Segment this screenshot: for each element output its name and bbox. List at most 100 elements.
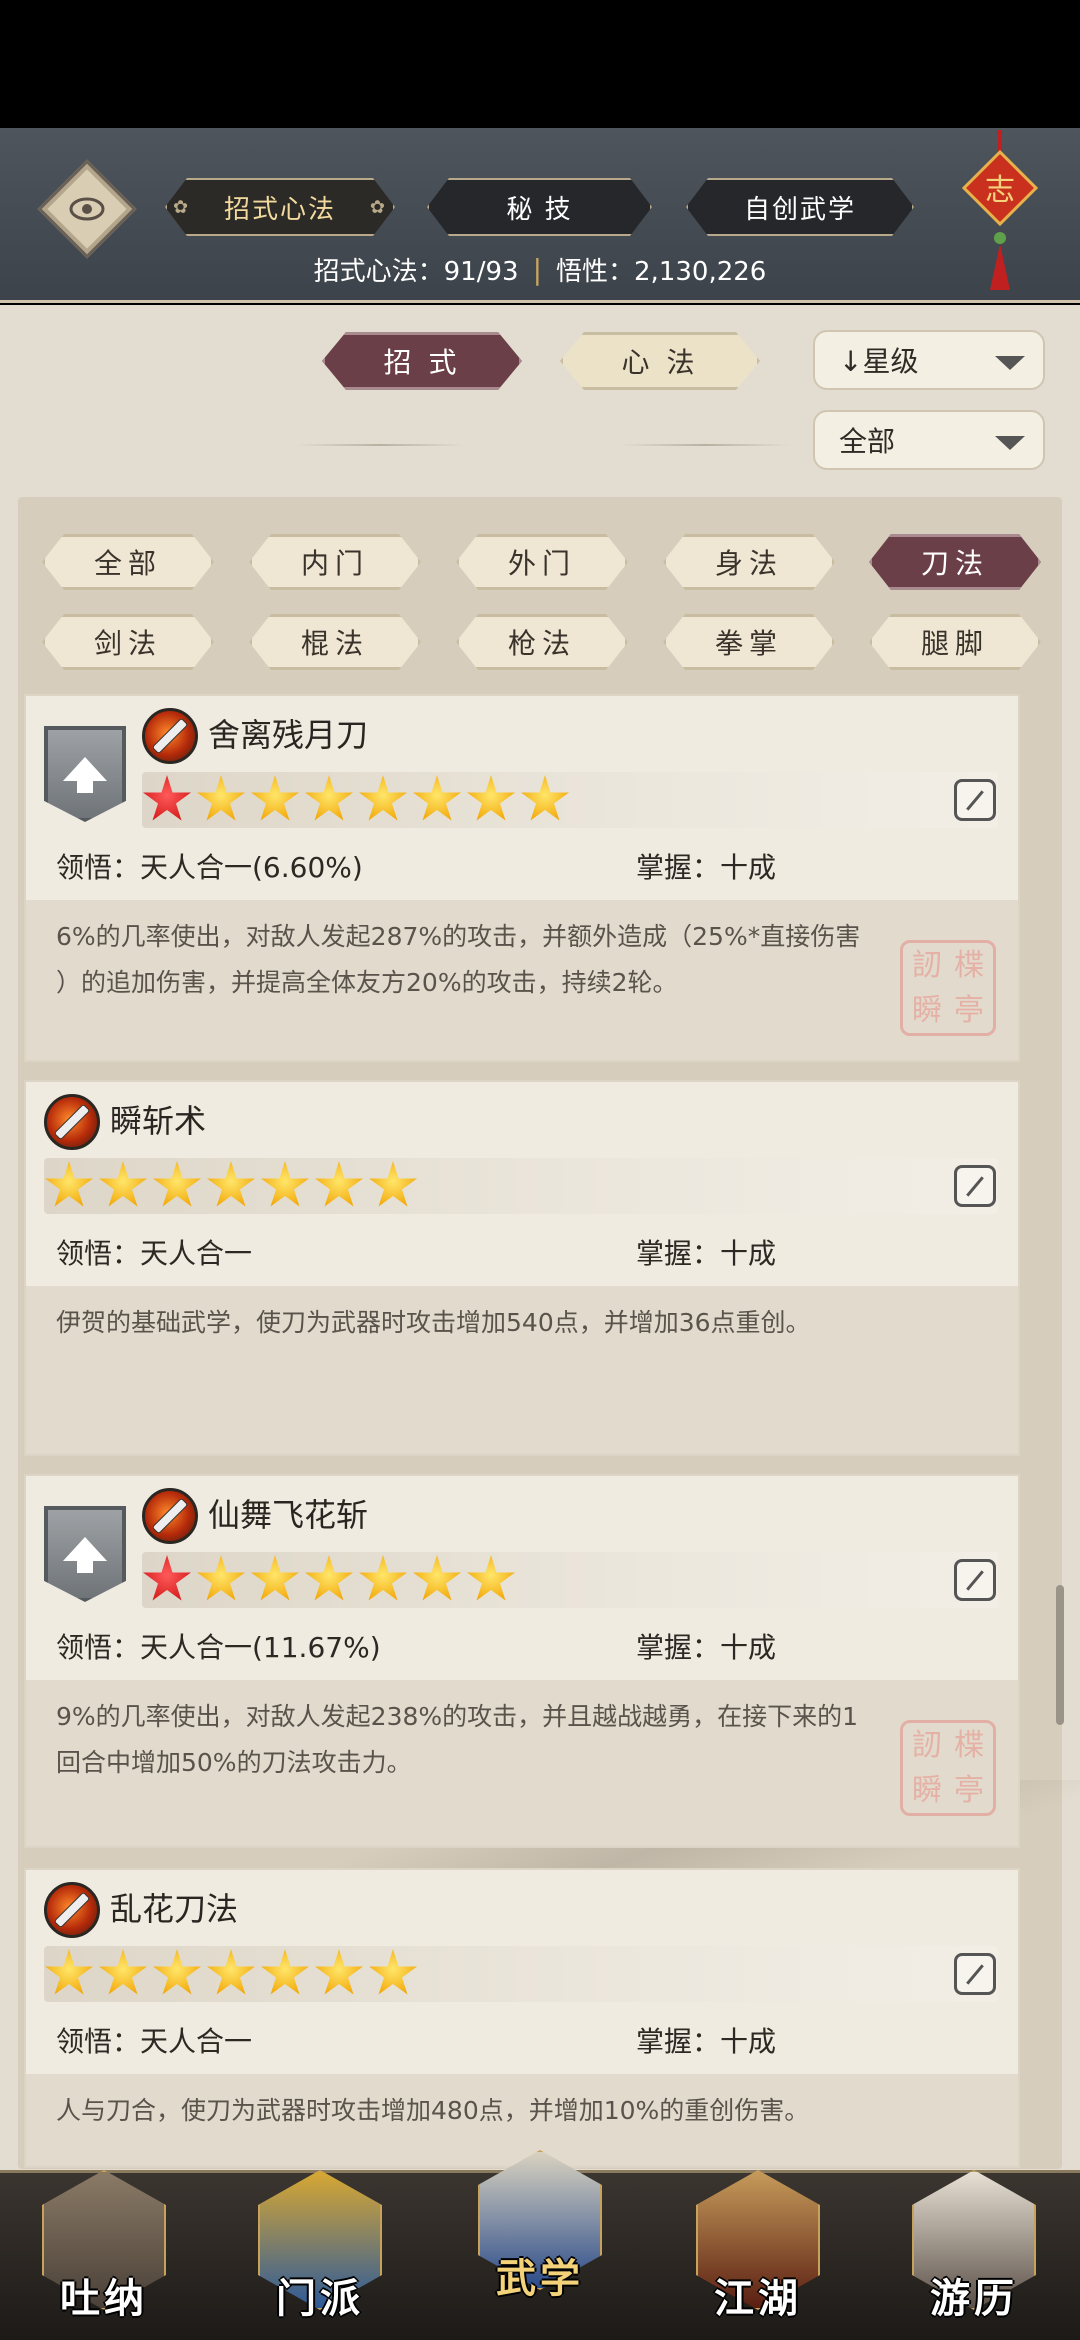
- filter-tab[interactable]: 全部: [42, 534, 214, 590]
- skill-description-box: 伊贺的基础武学，使刀为武器时攻击增加540点，并增加36点重创。: [26, 1286, 1018, 1454]
- filter-tab[interactable]: 外门: [456, 534, 628, 590]
- weapon-type-icon[interactable]: [954, 1953, 996, 1995]
- skill-name: 瞬斩术: [110, 1102, 207, 1140]
- tab-self-created[interactable]: 自创武学: [686, 178, 914, 236]
- gold-star-icon: [45, 1949, 93, 1995]
- mastery-label: 掌握：十成: [636, 2025, 777, 2058]
- filter-tab[interactable]: 拳掌: [663, 614, 835, 670]
- nav-label: 吐纳: [60, 2275, 148, 2322]
- skill-description-box: 6%的几率使出，对敌人发起287%的攻击，并额外造成（25%*直接伤害 ）的追加伤…: [26, 900, 1018, 1060]
- nav-label: 武学: [496, 2255, 584, 2302]
- gold-star-icon: [207, 1161, 255, 1207]
- comprehension-label: 领悟：天人合一: [56, 1237, 253, 1270]
- gold-star-icon: [521, 775, 569, 821]
- gold-star-icon: [261, 1949, 309, 1995]
- gold-star-icon: [153, 1161, 201, 1207]
- red-star-icon: [143, 1555, 191, 1601]
- description-line: 9%的几率使出，对敌人发起238%的攻击，并且越战越勇，在接下来的1: [56, 1702, 859, 1731]
- upgrade-arrow-icon[interactable]: [44, 1506, 126, 1602]
- star-rating: [44, 1946, 998, 2002]
- gold-star-icon: [467, 1555, 515, 1601]
- upgrade-arrow-icon[interactable]: [44, 726, 126, 822]
- nav-button[interactable]: 门派: [250, 2170, 390, 2330]
- skill-card[interactable]: 仙舞飞花斩领悟：天人合一(11.67%) 掌握：十成 9%的几率使出，对敌人发起23…: [24, 1474, 1020, 1848]
- mastery-label: 掌握：十成: [636, 1631, 777, 1664]
- skill-card[interactable]: 瞬斩术领悟：天人合一 掌握：十成伊贺的基础武学，使刀为武器时攻击增加540点，并增…: [24, 1080, 1020, 1456]
- divider: [620, 444, 790, 446]
- skill-card[interactable]: 乱花刀法领悟：天人合一 掌握：十成人与刀合，使刀为武器时攻击增加480点，并增加1…: [24, 1868, 1020, 2168]
- star-rating: [142, 772, 998, 828]
- scrollbar[interactable]: [1056, 1585, 1064, 1725]
- description-line: 伊贺的基础武学，使刀为武器时攻击增加540点，并增加36点重创。: [56, 1308, 811, 1337]
- description-line: ）的追加伤害，并提高全体友方20%的攻击，持续2轮。: [56, 968, 678, 997]
- description-line: 人与刀合，使刀为武器时攻击增加480点，并增加10%的重创伤害。: [56, 2096, 810, 2125]
- nav-button[interactable]: 吐纳: [34, 2170, 174, 2330]
- gold-star-icon: [413, 1555, 461, 1601]
- sort-dropdown[interactable]: ↓星级: [813, 330, 1045, 390]
- skill-name: 仙舞飞花斩: [208, 1496, 369, 1534]
- nav-button[interactable]: 武学: [470, 2150, 610, 2310]
- gold-star-icon: [197, 1555, 245, 1601]
- skill-description-box: 9%的几率使出，对敌人发起238%的攻击，并且越战越勇，在接下来的1 回合中增加5…: [26, 1680, 1018, 1846]
- seal-stamp: 訒楪瞬亭: [900, 940, 996, 1036]
- gold-star-icon: [315, 1161, 363, 1207]
- filter-tab[interactable]: 刀法: [869, 534, 1041, 590]
- nav-label: 江湖: [714, 2275, 802, 2322]
- nav-label: 游历: [930, 2275, 1018, 2322]
- eye-icon: [69, 191, 105, 227]
- red-star-icon: [143, 775, 191, 821]
- blade-icon: [44, 1882, 100, 1938]
- weapon-type-icon[interactable]: [954, 1165, 996, 1207]
- seal-stamp: 訒楪瞬亭: [900, 1720, 996, 1816]
- gold-star-icon: [261, 1161, 309, 1207]
- blade-icon: [142, 1488, 198, 1544]
- gold-star-icon: [413, 775, 461, 821]
- nav-label: 门派: [276, 2275, 364, 2322]
- star-rating: [142, 1552, 998, 1608]
- gold-star-icon: [359, 775, 407, 821]
- star-rating: [44, 1158, 998, 1214]
- tab-secret-skills[interactable]: 秘 技: [427, 178, 652, 236]
- nav-button[interactable]: 游历: [904, 2170, 1044, 2330]
- skill-name: 舍离残月刀: [208, 716, 369, 754]
- comprehension-label: 领悟：天人合一: [56, 2025, 253, 2058]
- skill-card[interactable]: 舍离残月刀 领悟：天人合一(6.60%) 掌握：十成 6%的几率使出，对敌人发起287…: [24, 694, 1020, 1062]
- blade-icon: [44, 1094, 100, 1150]
- filter-dropdown[interactable]: 全部: [813, 410, 1045, 470]
- filter-tab[interactable]: 棍法: [249, 614, 421, 670]
- status-bar: [0, 0, 1080, 128]
- gold-star-icon: [305, 775, 353, 821]
- filter-tab[interactable]: 内门: [249, 534, 421, 590]
- filter-tab[interactable]: 枪法: [456, 614, 628, 670]
- nav-button[interactable]: 江湖: [688, 2170, 828, 2330]
- stats-bar: 招式心法：91/93 | 悟性：2,130,226: [313, 252, 767, 287]
- blade-icon: [142, 708, 198, 764]
- gold-star-icon: [369, 1161, 417, 1207]
- gold-star-icon: [369, 1949, 417, 1995]
- comprehension-label: 领悟：天人合一(6.60%): [56, 851, 363, 884]
- weapon-type-icon[interactable]: [954, 779, 996, 821]
- filter-tab[interactable]: 剑法: [42, 614, 214, 670]
- gold-star-icon: [467, 775, 515, 821]
- gold-star-icon: [305, 1555, 353, 1601]
- gold-star-icon: [315, 1949, 363, 1995]
- description-line: 6%的几率使出，对敌人发起287%的攻击，并额外造成（25%*直接伤害: [56, 922, 861, 951]
- weapon-type-icon[interactable]: [954, 1559, 996, 1601]
- chevron-down-icon: [995, 356, 1025, 370]
- filter-tab[interactable]: 身法: [663, 534, 835, 590]
- gold-star-icon: [197, 775, 245, 821]
- gold-star-icon: [99, 1161, 147, 1207]
- tab-moves[interactable]: 招 式: [322, 332, 522, 390]
- moves-count-label: 招式心法：91/93: [313, 256, 519, 287]
- comprehension-label: 领悟：天人合一(11.67%): [56, 1631, 381, 1664]
- tab-moves-methods[interactable]: ✿ 招式心法 ✿: [165, 178, 395, 236]
- skill-name: 乱花刀法: [110, 1890, 239, 1928]
- filter-tab[interactable]: 腿脚: [869, 614, 1041, 670]
- tab-methods[interactable]: 心 法: [560, 332, 760, 390]
- gold-star-icon: [251, 775, 299, 821]
- mastery-label: 掌握：十成: [636, 1237, 777, 1270]
- insight-value-label: 悟性：2,130,226: [556, 256, 767, 287]
- svg-text:志: 志: [985, 173, 1015, 208]
- gold-star-icon: [359, 1555, 407, 1601]
- divider: [295, 444, 465, 446]
